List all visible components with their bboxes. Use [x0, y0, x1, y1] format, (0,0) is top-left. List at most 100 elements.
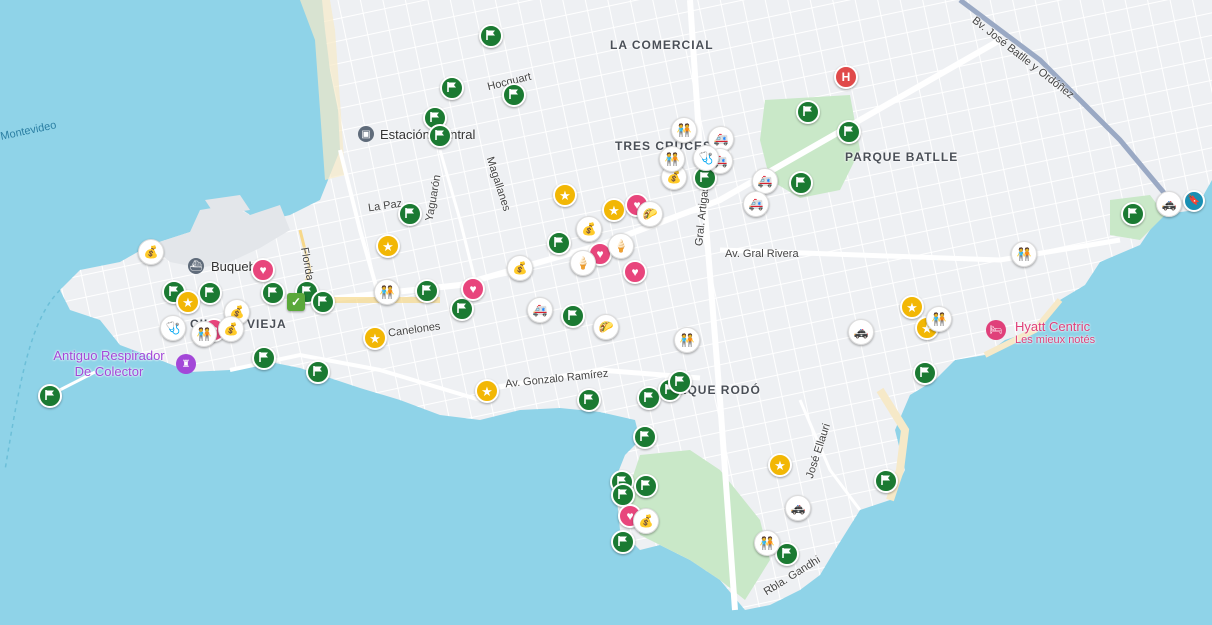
flag-icon [456, 302, 468, 316]
saved-flag-marker[interactable] [634, 474, 658, 498]
saved-flag-marker[interactable] [577, 388, 601, 412]
saved-flag-marker[interactable] [796, 100, 820, 124]
favorite-place-marker[interactable]: ♥ [461, 277, 485, 301]
emoji-place-marker[interactable]: 🍦 [608, 233, 634, 259]
emoji-icon: 🚑 [532, 303, 548, 317]
starred-place-marker[interactable]: ★ [376, 234, 400, 258]
emoji-icon: 🧑‍🤝‍🧑 [931, 312, 947, 326]
emoji-place-marker[interactable]: 🧑‍🤝‍🧑 [674, 327, 700, 353]
starred-place-marker[interactable]: ★ [176, 290, 200, 314]
saved-flag-marker[interactable] [1121, 202, 1145, 226]
emoji-place-marker[interactable]: 🚓 [1156, 191, 1182, 217]
emoji-place-marker[interactable]: 💰 [138, 239, 164, 265]
emoji-icon: 🚓 [1161, 197, 1177, 211]
starred-place-marker[interactable]: ★ [363, 326, 387, 350]
emoji-icon: 🧑‍🤝‍🧑 [679, 333, 695, 347]
emoji-place-marker[interactable]: 🧑‍🤝‍🧑 [671, 117, 697, 143]
map-canvas[interactable]: LA COMERCIAL TRES CRUCES PARQUE BATLLE C… [0, 0, 1212, 625]
starred-place-marker[interactable]: ★ [553, 183, 577, 207]
emoji-icon: 🩺 [698, 151, 714, 165]
saved-flag-marker[interactable] [261, 281, 285, 305]
flag-icon [674, 375, 686, 389]
flag-icon [640, 479, 652, 493]
emoji-place-marker[interactable]: 🧑‍🤝‍🧑 [754, 530, 780, 556]
hotel-icon[interactable]: 🛏 [986, 320, 1006, 340]
emoji-place-marker[interactable]: 🍦 [570, 250, 596, 276]
favorite-place-marker[interactable]: ♥ [251, 258, 275, 282]
ferry-terminal-icon[interactable]: ⛴ [188, 258, 204, 274]
saved-flag-marker[interactable] [668, 370, 692, 394]
saved-flag-marker[interactable] [415, 279, 439, 303]
emoji-place-marker[interactable]: 🚑 [743, 191, 769, 217]
street-gral-rivera: Av. Gral Rivera [725, 248, 799, 260]
emoji-place-marker[interactable]: 🌮 [593, 314, 619, 340]
emoji-place-marker[interactable]: 💰 [218, 316, 244, 342]
emoji-place-marker[interactable]: 🩺 [693, 145, 719, 171]
starred-place-marker[interactable]: ★ [475, 379, 499, 403]
saved-flag-marker[interactable] [561, 304, 585, 328]
emoji-place-marker[interactable]: 🧑‍🤝‍🧑 [659, 146, 685, 172]
emoji-place-marker[interactable]: 💰 [507, 255, 533, 281]
saved-flag-marker[interactable] [547, 231, 571, 255]
saved-flag-marker[interactable] [611, 530, 635, 554]
saved-flag-marker[interactable] [311, 290, 335, 314]
saved-flag-marker[interactable] [440, 76, 464, 100]
emoji-place-marker[interactable]: 🌮 [637, 201, 663, 227]
emoji-icon: 💰 [666, 170, 682, 184]
saved-flag-marker[interactable] [198, 281, 222, 305]
saved-flag-marker[interactable] [633, 425, 657, 449]
flag-icon [204, 286, 216, 300]
emoji-place-marker[interactable]: 🧑‍🤝‍🧑 [374, 279, 400, 305]
landmark-icon[interactable]: ♜ [176, 354, 196, 374]
saved-flag-marker[interactable] [38, 384, 62, 408]
starred-place-marker[interactable]: ★ [602, 198, 626, 222]
hospital-icon: H [841, 70, 851, 84]
train-station-icon[interactable]: ▣ [358, 126, 374, 142]
emoji-icon: 🧑‍🤝‍🧑 [676, 123, 692, 137]
emoji-icon: 💰 [143, 245, 159, 259]
emoji-icon: 🚑 [713, 132, 729, 146]
emoji-place-marker[interactable]: 🧑‍🤝‍🧑 [191, 321, 217, 347]
poi-antiguo-respirador[interactable]: Antiguo Respirador De Colector [44, 348, 174, 380]
emoji-place-marker[interactable]: 🚓 [848, 319, 874, 345]
flag-icon [802, 105, 814, 119]
saved-flag-marker[interactable] [874, 469, 898, 493]
flag-icon [699, 171, 711, 185]
saved-flag-marker[interactable] [252, 346, 276, 370]
saved-flag-marker[interactable] [913, 361, 937, 385]
poi-hyatt-centric[interactable]: Hyatt Centric Les mieux notés [1015, 319, 1095, 346]
flag-icon [880, 474, 892, 488]
star-icon: ★ [182, 294, 194, 310]
favorite-place-marker[interactable]: ♥ [623, 260, 647, 284]
emoji-place-marker[interactable]: 💰 [576, 216, 602, 242]
saved-flag-marker[interactable] [837, 120, 861, 144]
emoji-icon: 🧑‍🤝‍🧑 [759, 536, 775, 550]
heart-icon: ♥ [469, 282, 477, 296]
district-la-comercial: LA COMERCIAL [610, 38, 714, 52]
visited-check-marker[interactable]: ✓ [287, 293, 305, 311]
emoji-place-marker[interactable]: 🧑‍🤝‍🧑 [1011, 241, 1037, 267]
emoji-place-marker[interactable]: 🩺 [160, 315, 186, 341]
starred-place-marker[interactable]: ★ [768, 453, 792, 477]
flag-icon [919, 366, 931, 380]
flag-icon [404, 207, 416, 221]
emoji-place-marker[interactable]: 🚑 [527, 297, 553, 323]
emoji-icon: 🚑 [748, 197, 764, 211]
star-icon: ★ [382, 238, 394, 254]
checkmark-icon: ✓ [290, 295, 302, 309]
emoji-place-marker[interactable]: 🚓 [785, 495, 811, 521]
saved-flag-marker[interactable] [502, 83, 526, 107]
saved-flag-marker[interactable] [306, 360, 330, 384]
saved-list-marker[interactable]: 🔖 [1183, 190, 1205, 212]
hospital-marker[interactable]: H [834, 65, 858, 89]
star-icon: ★ [559, 187, 571, 203]
emoji-place-marker[interactable]: 💰 [633, 508, 659, 534]
saved-flag-marker[interactable] [479, 24, 503, 48]
emoji-place-marker[interactable]: 🧑‍🤝‍🧑 [926, 306, 952, 332]
saved-flag-marker[interactable] [398, 202, 422, 226]
saved-flag-marker[interactable] [789, 171, 813, 195]
saved-flag-marker[interactable] [428, 124, 452, 148]
emoji-icon: 🚓 [853, 325, 869, 339]
starred-place-marker[interactable]: ★ [900, 295, 924, 319]
emoji-icon: 💰 [223, 322, 239, 336]
